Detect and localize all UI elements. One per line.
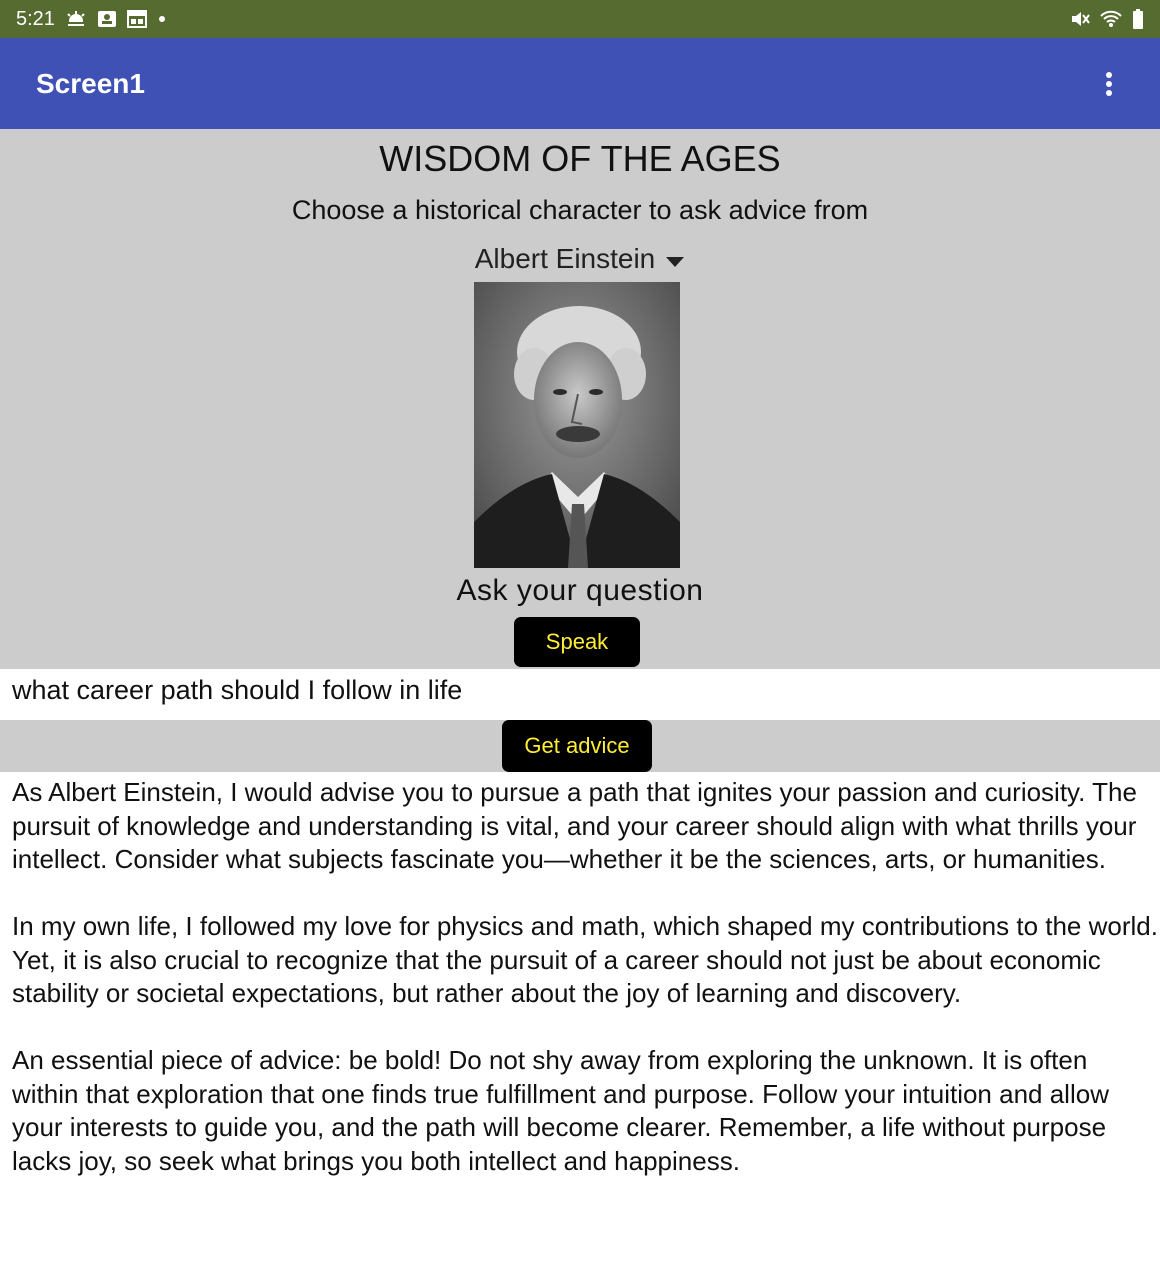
status-right xyxy=(1070,9,1144,29)
advice-paragraph: In my own life, I followed my love for p… xyxy=(12,911,1158,1008)
calendar-icon xyxy=(126,10,147,28)
advice-paragraph: As Albert Einstein, I would advise you t… xyxy=(12,777,1137,874)
character-portrait xyxy=(474,282,680,568)
mute-icon xyxy=(1070,10,1090,28)
more-vert-icon[interactable] xyxy=(1094,64,1124,104)
ask-question-label: Ask your question xyxy=(456,574,704,607)
get-advice-button[interactable]: Get advice xyxy=(502,720,652,772)
advice-response: As Albert Einstein, I would advise you t… xyxy=(12,776,1158,1212)
contact-card-icon xyxy=(97,9,117,29)
character-select-value: Albert Einstein xyxy=(474,243,656,274)
character-select[interactable]: Albert Einstein xyxy=(450,240,710,278)
app-bar: Screen1 xyxy=(0,38,1160,129)
battery-icon xyxy=(1132,9,1144,29)
dropdown-arrow-icon xyxy=(665,243,685,275)
status-left: 5:21 xyxy=(16,8,167,31)
wifi-icon xyxy=(1100,10,1122,28)
advice-paragraph: An essential piece of advice: be bold! D… xyxy=(12,1045,1109,1176)
status-bar: 5:21 xyxy=(0,0,1160,38)
app-title: Screen1 xyxy=(36,67,145,99)
speak-button[interactable]: Speak xyxy=(514,617,640,667)
page-title: WISDOM OF THE AGES xyxy=(379,138,781,179)
weather-icon xyxy=(65,10,87,28)
clock: 5:21 xyxy=(16,7,55,30)
question-textbox[interactable]: what career path should I follow in life xyxy=(12,672,1152,716)
page-subtitle: Choose a historical character to ask adv… xyxy=(291,195,869,225)
dot-icon xyxy=(157,14,167,24)
